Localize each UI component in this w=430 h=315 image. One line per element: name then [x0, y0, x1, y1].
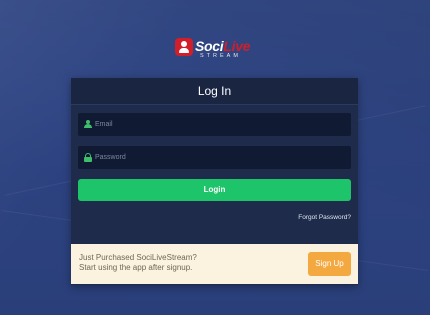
promo-line-1: Just Purchased SociLiveStream? [79, 253, 197, 262]
login-button[interactable]: Login [78, 179, 351, 201]
lock-icon [84, 153, 92, 162]
promo-line-2: Start using the app after signup. [79, 263, 193, 272]
logo-word-part1: Soci [195, 38, 224, 54]
logo-word-part2: Live [223, 38, 251, 54]
brand-logo: SociLive STREAM [175, 38, 255, 60]
password-field[interactable]: Password [78, 146, 351, 169]
logo-person-icon [175, 38, 193, 56]
password-placeholder: Password [95, 154, 126, 161]
login-card: Log In Email Password Login Forgot Passw… [71, 78, 358, 285]
logo-wordmark: SociLive [195, 38, 251, 54]
email-field[interactable]: Email [78, 113, 351, 136]
signup-promo: Just Purchased SociLiveStream? Start usi… [71, 244, 358, 284]
logo-subtitle: STREAM [200, 53, 241, 59]
signup-button[interactable]: Sign Up [308, 252, 351, 276]
promo-text: Just Purchased SociLiveStream? Start usi… [79, 253, 197, 273]
login-title: Log In [71, 78, 358, 105]
forgot-password-link[interactable]: Forgot Password? [298, 214, 351, 221]
email-placeholder: Email [95, 121, 113, 128]
person-icon [84, 120, 92, 129]
